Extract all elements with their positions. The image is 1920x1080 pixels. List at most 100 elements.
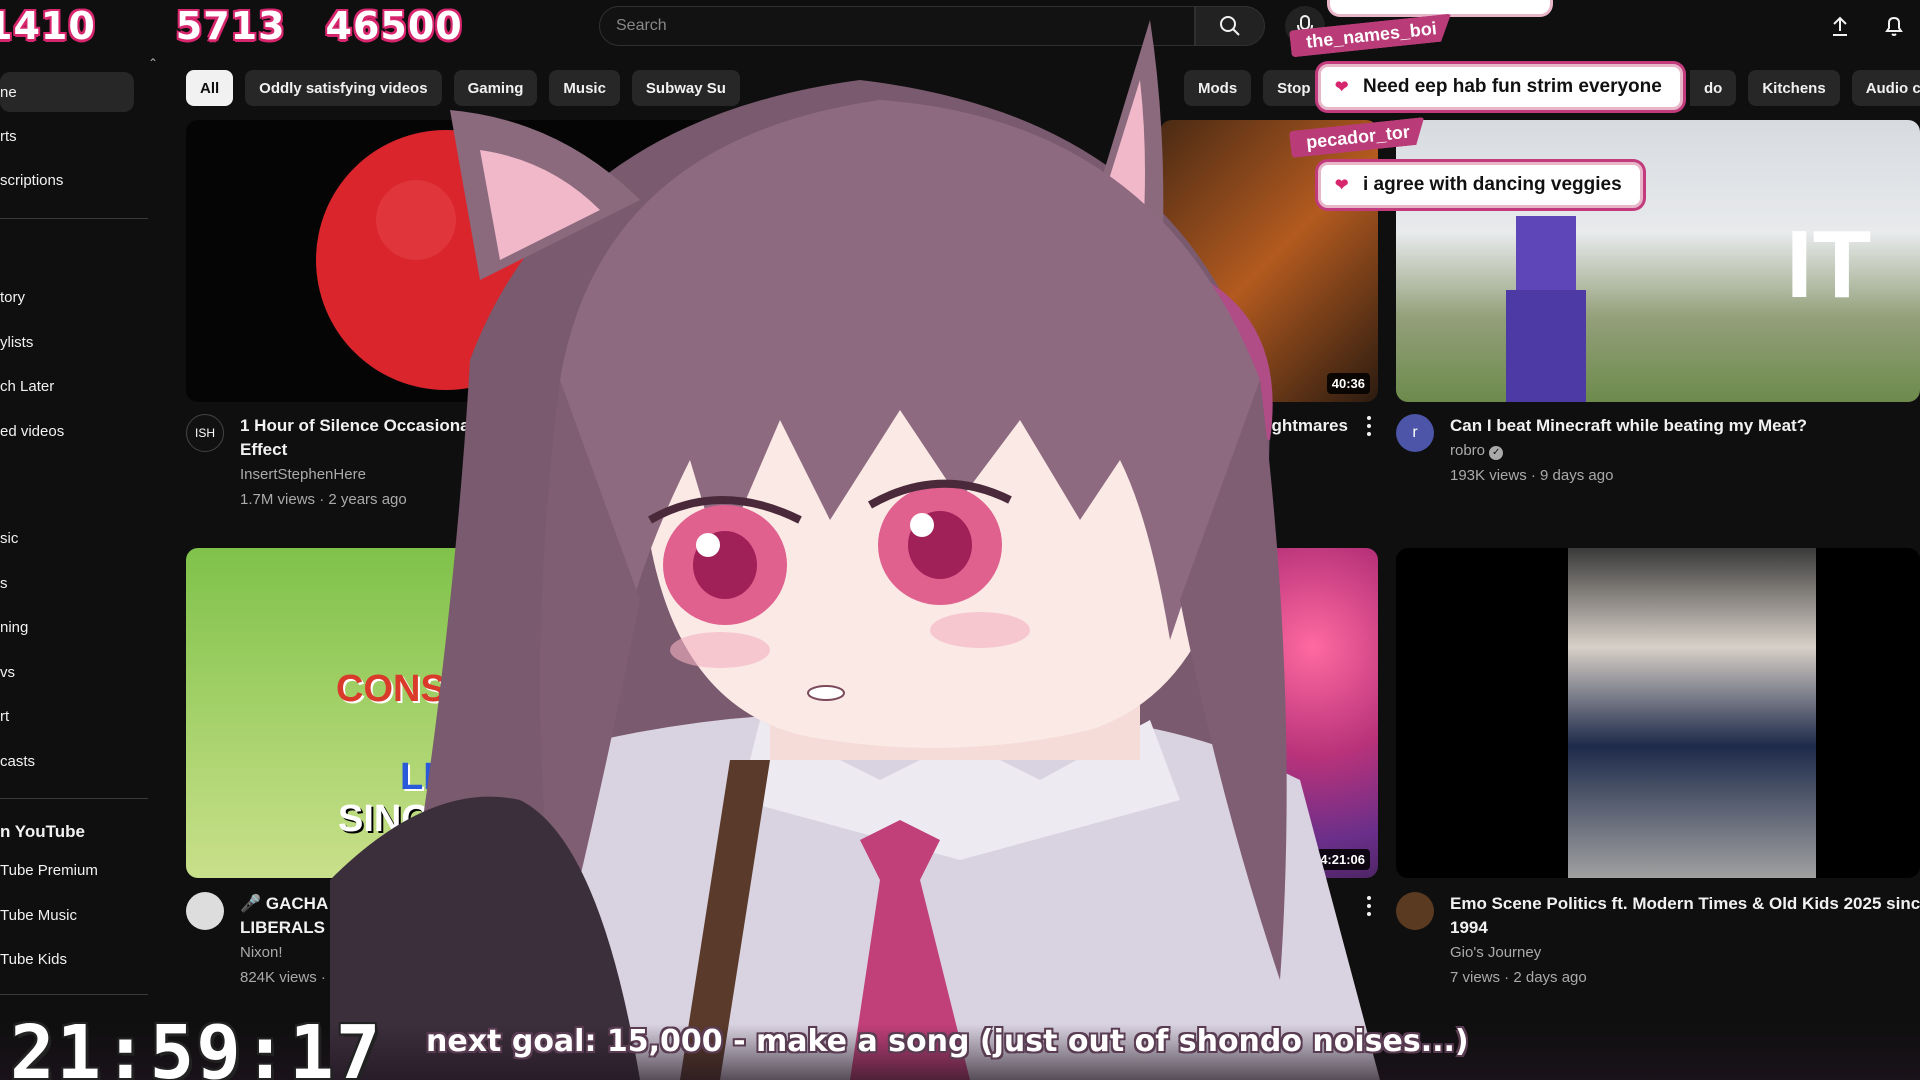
divider: [0, 218, 148, 219]
sidebar-item-films[interactable]: s: [0, 563, 134, 603]
counter-3: 46500: [325, 4, 463, 48]
channel-avatar[interactable]: [186, 892, 224, 930]
sidebar-item-label: rt: [0, 707, 10, 725]
sidebar-item-history[interactable]: tory: [0, 277, 134, 317]
channel-avatar[interactable]: ISH: [186, 414, 224, 452]
sidebar-item-label: scriptions: [0, 171, 64, 189]
search-input[interactable]: [616, 17, 1194, 35]
video-title[interactable]: 1 Hour of Silence Occasionally Brok: [240, 414, 532, 438]
channel-name[interactable]: InsertStephenHere: [240, 463, 366, 487]
sidebar-item-label: Tube Kids: [0, 950, 67, 968]
thumbnail-text: VS: [460, 710, 511, 752]
sidebar-item-label: s: [0, 574, 8, 592]
sidebar-item-shorts[interactable]: rts: [0, 116, 134, 156]
video-meta: 7 views · 2 days ago: [1450, 969, 1587, 986]
create-button[interactable]: [1824, 10, 1856, 42]
sidebar-item-label: ch Later: [0, 377, 55, 395]
thumbnail-text: CONSERVATI: [336, 668, 579, 710]
chat-message: ❤ i agree with dancing veggies: [1318, 162, 1643, 208]
sidebar-item-sport[interactable]: rt: [0, 696, 134, 736]
sidebar-item-label: vs: [0, 663, 15, 681]
more-options-icon[interactable]: [1364, 414, 1374, 438]
divider: [0, 798, 148, 799]
chat-bubble-previous: [1330, 0, 1550, 14]
video-title[interactable]: Emo Scene Politics ft. Modern Times & Ol…: [1450, 892, 1920, 916]
sidebar-item-liked-videos[interactable]: ed videos: [0, 411, 134, 451]
channel-avatar[interactable]: [1396, 892, 1434, 930]
filter-chips: All Oddly satisfying videos Gaming Music…: [186, 70, 740, 106]
chip-music[interactable]: Music: [549, 70, 620, 106]
sidebar-item-label: Tube Music: [0, 906, 77, 924]
sidebar-item-youtube-music[interactable]: Tube Music: [0, 895, 134, 935]
chip-stop[interactable]: Stop: [1263, 70, 1325, 106]
video-title-line2[interactable]: 1994: [1450, 916, 1488, 940]
sidebar-heading-more-from-youtube: n YouTube: [0, 822, 85, 841]
sidebar-item-youtube-kids[interactable]: Tube Kids: [0, 939, 134, 979]
video-title-line2[interactable]: LIBERALS ❤: [240, 916, 344, 940]
channel-name[interactable]: Nixon!: [240, 941, 283, 965]
channel-name[interactable]: Gio's Journey: [1450, 941, 1541, 965]
chip-mods[interactable]: Mods: [1184, 70, 1252, 106]
sidebar-item-label: rts: [0, 127, 17, 145]
stream-counters: 1410 5713 46500: [0, 0, 463, 52]
video-title[interactable]: 🎤 GACHA LIFE S: [240, 892, 385, 916]
chip-do[interactable]: do: [1690, 70, 1737, 106]
sidebar-item-gaming[interactable]: ning: [0, 607, 134, 647]
chip-audio[interactable]: Audio con: [1851, 70, 1920, 106]
video-thumbnail-5[interactable]: 4:21:06: [1160, 548, 1378, 878]
sidebar-item-label: Tube Premium: [0, 861, 98, 879]
sidebar-item-playlists[interactable]: ylists: [0, 322, 134, 362]
counter-2: 5713: [175, 4, 286, 48]
video-meta: 193K views · 9 days ago: [1450, 467, 1614, 484]
counter-1: 1410: [0, 4, 96, 48]
microphone-icon: 🎤: [240, 894, 262, 913]
minecraft-character: [1506, 290, 1586, 402]
sidebar-item-label: casts: [0, 752, 36, 770]
chip-oddly-satisfying[interactable]: Oddly satisfying videos: [245, 70, 442, 106]
thumbnail-text: LIBERAL: [400, 756, 565, 798]
sidebar-item-youtube-premium[interactable]: Tube Premium: [0, 850, 134, 890]
more-options-icon[interactable]: [1364, 894, 1374, 918]
sidebar-item-music[interactable]: sic: [0, 518, 134, 558]
stream-goal-text: next goal: 15,000 - make a song (just ou…: [426, 1024, 1469, 1059]
sidebar-item-label: ed videos: [0, 422, 65, 440]
video-thumbnail-6[interactable]: [1396, 548, 1920, 878]
chip-gaming[interactable]: Gaming: [453, 70, 538, 106]
video-title-line2[interactable]: Effect: [240, 438, 287, 462]
channel-avatar[interactable]: r: [1396, 414, 1434, 452]
heart-icon: ❤: [329, 918, 344, 937]
filter-chips-far-right: do Kitchens Audio con: [1690, 70, 1920, 106]
video-duration: 4:21:06: [1315, 849, 1370, 870]
search-button[interactable]: [1195, 6, 1265, 46]
video-title[interactable]: Can I beat Minecraft while beating my Me…: [1450, 414, 1807, 438]
sidebar-item-label: ning: [0, 618, 29, 636]
red-ball-image: [316, 130, 576, 390]
video-meta: 824K views ·: [240, 969, 326, 986]
chip-subway-surfers[interactable]: Subway Su: [631, 70, 740, 106]
video-thumbnail-1[interactable]: [186, 120, 718, 402]
sidebar-item-label: ne: [0, 83, 17, 101]
video-duration: 40:36: [1326, 373, 1370, 394]
video-title[interactable]: lightmares: [1262, 414, 1348, 438]
filter-chips-right: Mods Stop: [1184, 70, 1325, 106]
sidebar-item-news[interactable]: vs: [0, 652, 134, 692]
sidebar-item-subscriptions[interactable]: scriptions: [0, 160, 134, 200]
video-thumbnail-4[interactable]: CONSERVATI VS LIBERAL SINGING: [186, 548, 718, 878]
sidebar-item-label: tory: [0, 288, 26, 306]
top-bar: 1410 5713 46500: [0, 0, 1920, 56]
chip-all[interactable]: All: [186, 70, 234, 106]
bell-icon: [1885, 16, 1903, 36]
upload-icon: [1833, 16, 1847, 36]
chip-kitchens[interactable]: Kitchens: [1748, 70, 1840, 106]
search-box[interactable]: [599, 6, 1195, 46]
sidebar-item-watch-later[interactable]: ch Later: [0, 366, 134, 406]
sidebar-item-podcasts[interactable]: casts: [0, 741, 134, 781]
heart-icon: ❤: [1335, 79, 1349, 96]
stream-clock: 21:59:17: [10, 1010, 383, 1080]
thumbnail-text: SINGING: [338, 798, 499, 840]
chevron-up-icon[interactable]: ⌃: [148, 56, 158, 70]
notifications-button[interactable]: [1878, 10, 1910, 42]
chat-message: ❤ Need eep hab fun strim everyone: [1318, 64, 1683, 110]
channel-name[interactable]: robro ✓: [1450, 439, 1504, 463]
sidebar-item-home[interactable]: ne: [0, 72, 134, 112]
